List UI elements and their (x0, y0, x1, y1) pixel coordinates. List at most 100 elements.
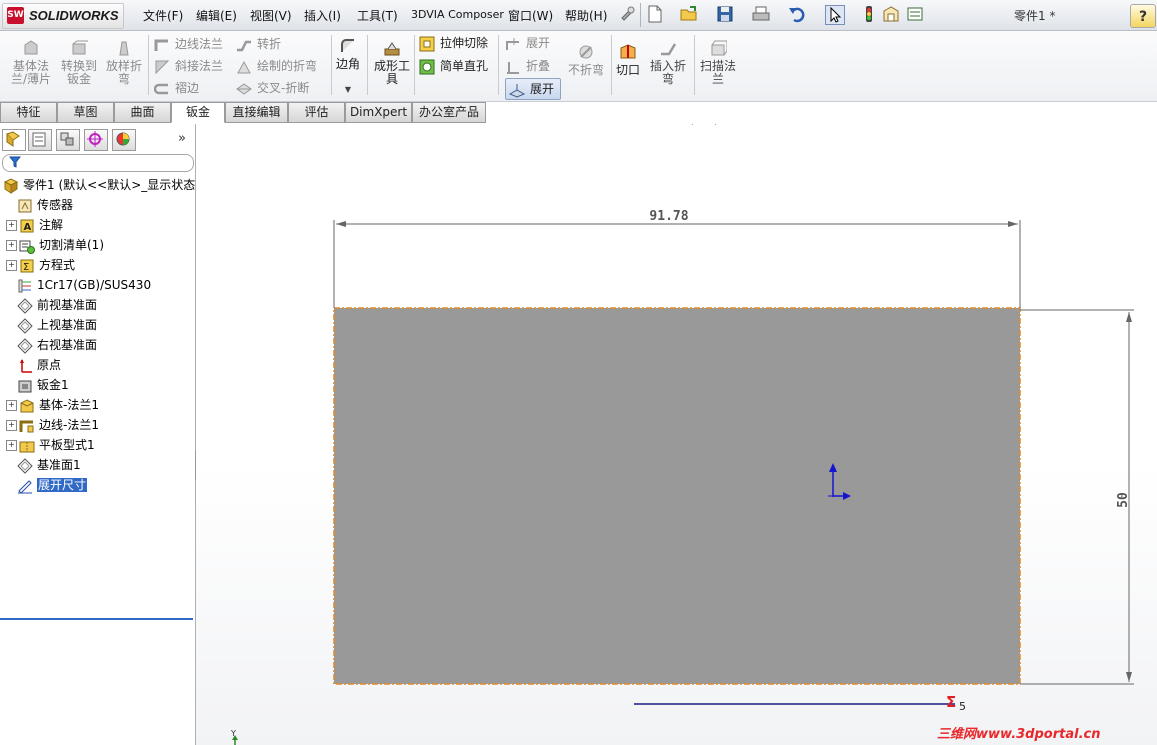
options-icon[interactable] (906, 5, 924, 23)
menu-tools[interactable]: 工具(T) (357, 7, 398, 24)
simple-hole-button[interactable]: 简单直孔 (419, 56, 488, 76)
rebuild-icon[interactable] (860, 5, 878, 23)
tree-item-label: 切割清单(1) (39, 238, 104, 252)
unfold-button[interactable]: 展开 (505, 33, 550, 53)
help-button[interactable]: ? (1130, 4, 1156, 28)
insert-bends-button[interactable]: 插入折 弯 (647, 39, 689, 86)
feature-manager-tab[interactable] (2, 129, 26, 151)
tree-item[interactable]: 右视基准面 (6, 335, 97, 355)
edge-flange-button[interactable]: 边线法兰 (154, 34, 223, 54)
forming-tool-button[interactable]: 成形工 具 (370, 39, 414, 86)
new-document-icon[interactable] (646, 5, 664, 23)
graphics-area[interactable]: ▼ ▼ ▼ ▼ ▼ 91.78 50 (196, 124, 1157, 745)
tree-item-label: 右视基准面 (37, 338, 98, 352)
tab-surfaces[interactable]: 曲面 (114, 102, 171, 123)
solidworks-logo[interactable]: SW SOLIDWORKS (2, 3, 124, 29)
sketch-icon (18, 479, 32, 494)
width-dimension[interactable]: 91.78 (333, 209, 1021, 308)
miter-flange-button[interactable]: 斜接法兰 (154, 56, 223, 76)
jog-button[interactable]: 转折 (236, 34, 281, 54)
display-manager-tab[interactable] (112, 129, 136, 151)
cross-break-button[interactable]: 交叉-折断 (236, 78, 309, 98)
convert-to-sheet-metal-button[interactable]: 转换到 钣金 (57, 39, 101, 86)
tree-item[interactable]: 基准面1 (6, 455, 81, 475)
expand-toggle-icon[interactable]: + (6, 420, 17, 431)
tree-item[interactable]: + 边线-法兰1 (6, 415, 99, 435)
expand-toggle-icon[interactable]: + (6, 260, 17, 271)
tree-item[interactable]: 传感器 (6, 195, 73, 215)
panel-expand-arrows-icon[interactable]: » (178, 131, 186, 146)
tree-item[interactable]: 原点 (6, 355, 61, 375)
sketch-canvas[interactable]: ▼ ▼ ▼ ▼ ▼ 91.78 50 (196, 124, 1157, 745)
hem-button[interactable]: 褶边 (154, 78, 199, 98)
jog-icon (237, 40, 251, 51)
tab-office-products[interactable]: 办公室产品 (412, 102, 486, 123)
dimxpert-manager-tab[interactable] (84, 129, 108, 151)
select-pointer-icon[interactable] (825, 5, 845, 25)
property-manager-icon (32, 132, 46, 147)
menu-view[interactable]: 视图(V) (250, 7, 292, 24)
fold-button[interactable]: 折叠 (505, 56, 550, 76)
lofted-bend-button[interactable]: 放样折 弯 (103, 39, 145, 86)
file-properties-icon[interactable] (882, 5, 900, 23)
part-icon (3, 177, 19, 194)
expand-toggle-icon[interactable]: + (6, 240, 17, 251)
property-manager-tab[interactable] (28, 129, 52, 151)
pin-icon[interactable] (618, 5, 636, 23)
tree-item[interactable]: 展开尺寸 (6, 475, 88, 495)
menu-window[interactable]: 窗口(W) (508, 7, 553, 24)
open-icon[interactable] (680, 5, 698, 23)
tab-evaluate[interactable]: 评估 (288, 102, 345, 123)
width-dimension-value[interactable]: 91.78 (649, 209, 688, 224)
tree-item[interactable]: 上视基准面 (6, 315, 97, 335)
expand-toggle-icon[interactable]: + (6, 220, 17, 231)
tree-root-part[interactable]: 零件1 (默认<<默认>_显示状态 (3, 175, 195, 195)
extruded-cut-button[interactable]: 拉伸切除 (419, 33, 488, 53)
tab-dimxpert[interactable]: DimXpert (345, 102, 412, 123)
tree-item[interactable]: 钣金1 (6, 375, 69, 395)
tree-item[interactable]: 1Cr17(GB)/SUS430 (6, 275, 151, 295)
menu-file[interactable]: 文件(F) (143, 7, 183, 24)
swept-flange-button[interactable]: 扫描法 兰 (698, 39, 738, 86)
tab-features[interactable]: 特征 (0, 102, 57, 123)
flatten-button[interactable]: 展开 (505, 78, 562, 100)
configuration-manager-tab[interactable] (56, 129, 80, 151)
tree-item[interactable]: 前视基准面 (6, 295, 97, 315)
tree-item[interactable]: + 平板型式1 (6, 435, 95, 455)
cut-list-icon (19, 240, 35, 254)
menu-help[interactable]: 帮助(H) (565, 7, 607, 24)
base-flange-button[interactable]: 基体法 兰/薄片 (7, 39, 55, 86)
sketched-bend-icon (237, 60, 251, 73)
flat-pattern-face[interactable] (333, 307, 1021, 685)
extruded-cut-label: 拉伸切除 (440, 36, 489, 50)
height-dimension[interactable]: 50 (1020, 309, 1134, 685)
corners-dropdown-arrow-icon[interactable]: ▼ (333, 83, 363, 96)
feature-tree-filter[interactable] (2, 154, 194, 172)
undo-icon[interactable] (788, 5, 806, 23)
rip-button[interactable]: 切口 (614, 43, 642, 77)
sketched-bend-button[interactable]: 绘制的折弯 (236, 56, 317, 76)
menu-edit[interactable]: 编辑(E) (196, 7, 237, 24)
expand-toggle-icon[interactable]: + (6, 400, 17, 411)
tab-sheet-metal[interactable]: 钣金 (171, 102, 225, 123)
flatten-label: 展开 (530, 82, 555, 96)
convert-to-sheet-metal-icon (72, 40, 88, 55)
tree-item[interactable]: + A 注解 (6, 215, 63, 235)
print-icon[interactable] (752, 5, 770, 23)
menu-3dvia-composer[interactable]: 3DVIA Composer (411, 8, 504, 21)
expand-toggle-icon[interactable]: + (6, 440, 17, 451)
corners-label: 边角 (335, 57, 360, 71)
save-icon[interactable] (716, 5, 734, 23)
tab-sketch[interactable]: 草图 (57, 102, 114, 123)
edge-flange-icon (154, 39, 168, 51)
tree-item[interactable]: + 基体-法兰1 (6, 395, 99, 415)
tree-item[interactable]: + 切割清单(1) (6, 235, 104, 255)
no-bends-button[interactable]: 不折弯 (566, 43, 606, 77)
jog-label: 转折 (257, 37, 282, 51)
corners-button[interactable]: 边角 ▼ (333, 37, 363, 96)
tree-item[interactable]: + Σ 方程式 (6, 255, 75, 275)
menu-insert[interactable]: 插入(I) (304, 7, 341, 24)
crosshair-icon (87, 131, 103, 147)
tab-direct-editing[interactable]: 直接编辑 (225, 102, 288, 123)
height-dimension-value[interactable]: 50 (1116, 492, 1131, 508)
